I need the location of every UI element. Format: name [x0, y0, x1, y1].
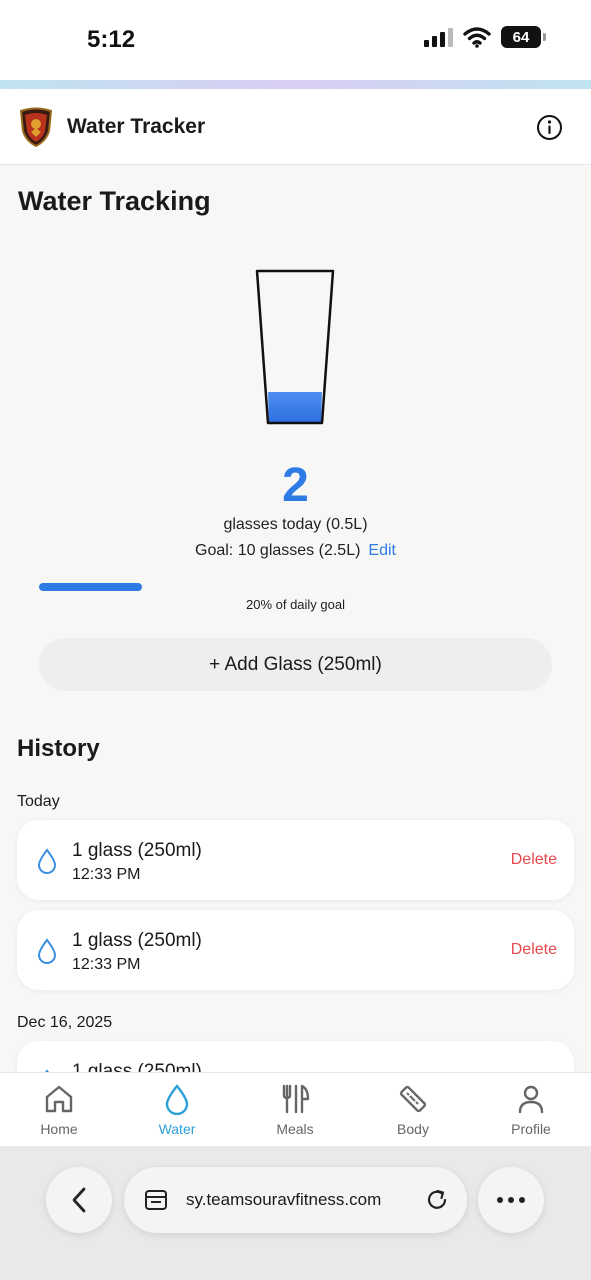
fork-knife-icon	[282, 1084, 310, 1114]
status-bar: 5:12 64	[0, 0, 591, 80]
entry-time: 12:33 PM	[72, 956, 141, 973]
battery-icon: 64	[501, 26, 546, 48]
water-drop-icon	[165, 1084, 189, 1115]
water-fill-level	[268, 392, 322, 423]
chevron-left-icon	[72, 1187, 86, 1213]
nav-item-water[interactable]: Water	[137, 1083, 217, 1137]
nav-item-meals[interactable]: Meals	[255, 1083, 335, 1137]
history-entry: 1 glass (250ml) 12:33 PM Delete	[17, 820, 574, 900]
water-drop-icon	[37, 938, 57, 964]
nav-item-body[interactable]: Body	[373, 1083, 453, 1137]
nav-label: Body	[397, 1121, 429, 1137]
goal-line: Goal: 10 glasses (2.5L) Edit	[0, 542, 591, 560]
brand-logo[interactable]	[18, 107, 54, 147]
status-icons: 64	[423, 26, 546, 48]
browser-toolbar: sy.teamsouravfitness.com	[0, 1146, 591, 1280]
address-bar[interactable]: sy.teamsouravfitness.com	[124, 1167, 467, 1233]
reload-icon[interactable]	[424, 1187, 450, 1213]
entry-time: 12:33 PM	[72, 866, 141, 883]
water-drop-icon	[37, 848, 57, 874]
entry-amount: 1 glass (250ml)	[72, 930, 202, 951]
glasses-today-text: glasses today (0.5L)	[223, 516, 368, 533]
history-title: History	[17, 735, 100, 762]
ruler-icon	[399, 1085, 427, 1113]
goal-text: Goal: 10 glasses (2.5L)	[195, 542, 361, 559]
home-icon	[45, 1085, 73, 1113]
delete-entry-button[interactable]: Delete	[511, 941, 557, 959]
browser-back-button[interactable]	[46, 1167, 112, 1233]
history-group-dec-16: Dec 16, 2025	[17, 1014, 113, 1031]
history-group-today: Today	[17, 793, 60, 810]
info-icon[interactable]	[536, 114, 563, 141]
entry-amount: 1 glass (250ml)	[72, 840, 202, 861]
person-icon	[518, 1085, 544, 1114]
edit-goal-link[interactable]: Edit	[368, 542, 396, 559]
app-header: Water Tracker	[0, 89, 591, 165]
progress-fill	[39, 583, 142, 591]
status-time: 5:12	[87, 26, 136, 53]
browser-more-button[interactable]	[478, 1167, 544, 1233]
nav-label: Meals	[276, 1121, 314, 1137]
history-entry: 1 glass (250ml) 12:33 PM Delete	[17, 910, 574, 990]
nav-label: Water	[158, 1121, 196, 1137]
signal-icon	[424, 28, 453, 47]
nav-item-profile[interactable]: Profile	[491, 1083, 571, 1137]
glass-count: 2	[282, 459, 309, 512]
more-dots-icon	[497, 1197, 525, 1203]
app-title: Water Tracker	[67, 115, 206, 138]
nav-label: Home	[40, 1121, 78, 1137]
add-glass-button[interactable]: + Add Glass (250ml)	[39, 638, 552, 691]
tabs-icon	[145, 1190, 167, 1210]
page-title: Water Tracking	[18, 186, 211, 216]
wifi-icon	[463, 26, 491, 48]
percent-of-goal-text: 20% of daily goal	[245, 597, 345, 612]
nav-item-home[interactable]: Home	[19, 1083, 99, 1137]
url-text: sy.teamsouravfitness.com	[186, 1190, 382, 1209]
goal-progress-bar	[39, 583, 552, 591]
bottom-nav: Home Water Meals Body Profile	[0, 1072, 591, 1146]
nav-label: Profile	[511, 1121, 551, 1137]
header-accent-line	[0, 80, 591, 89]
water-glass-illustration	[255, 269, 335, 425]
delete-entry-button[interactable]: Delete	[511, 851, 557, 869]
